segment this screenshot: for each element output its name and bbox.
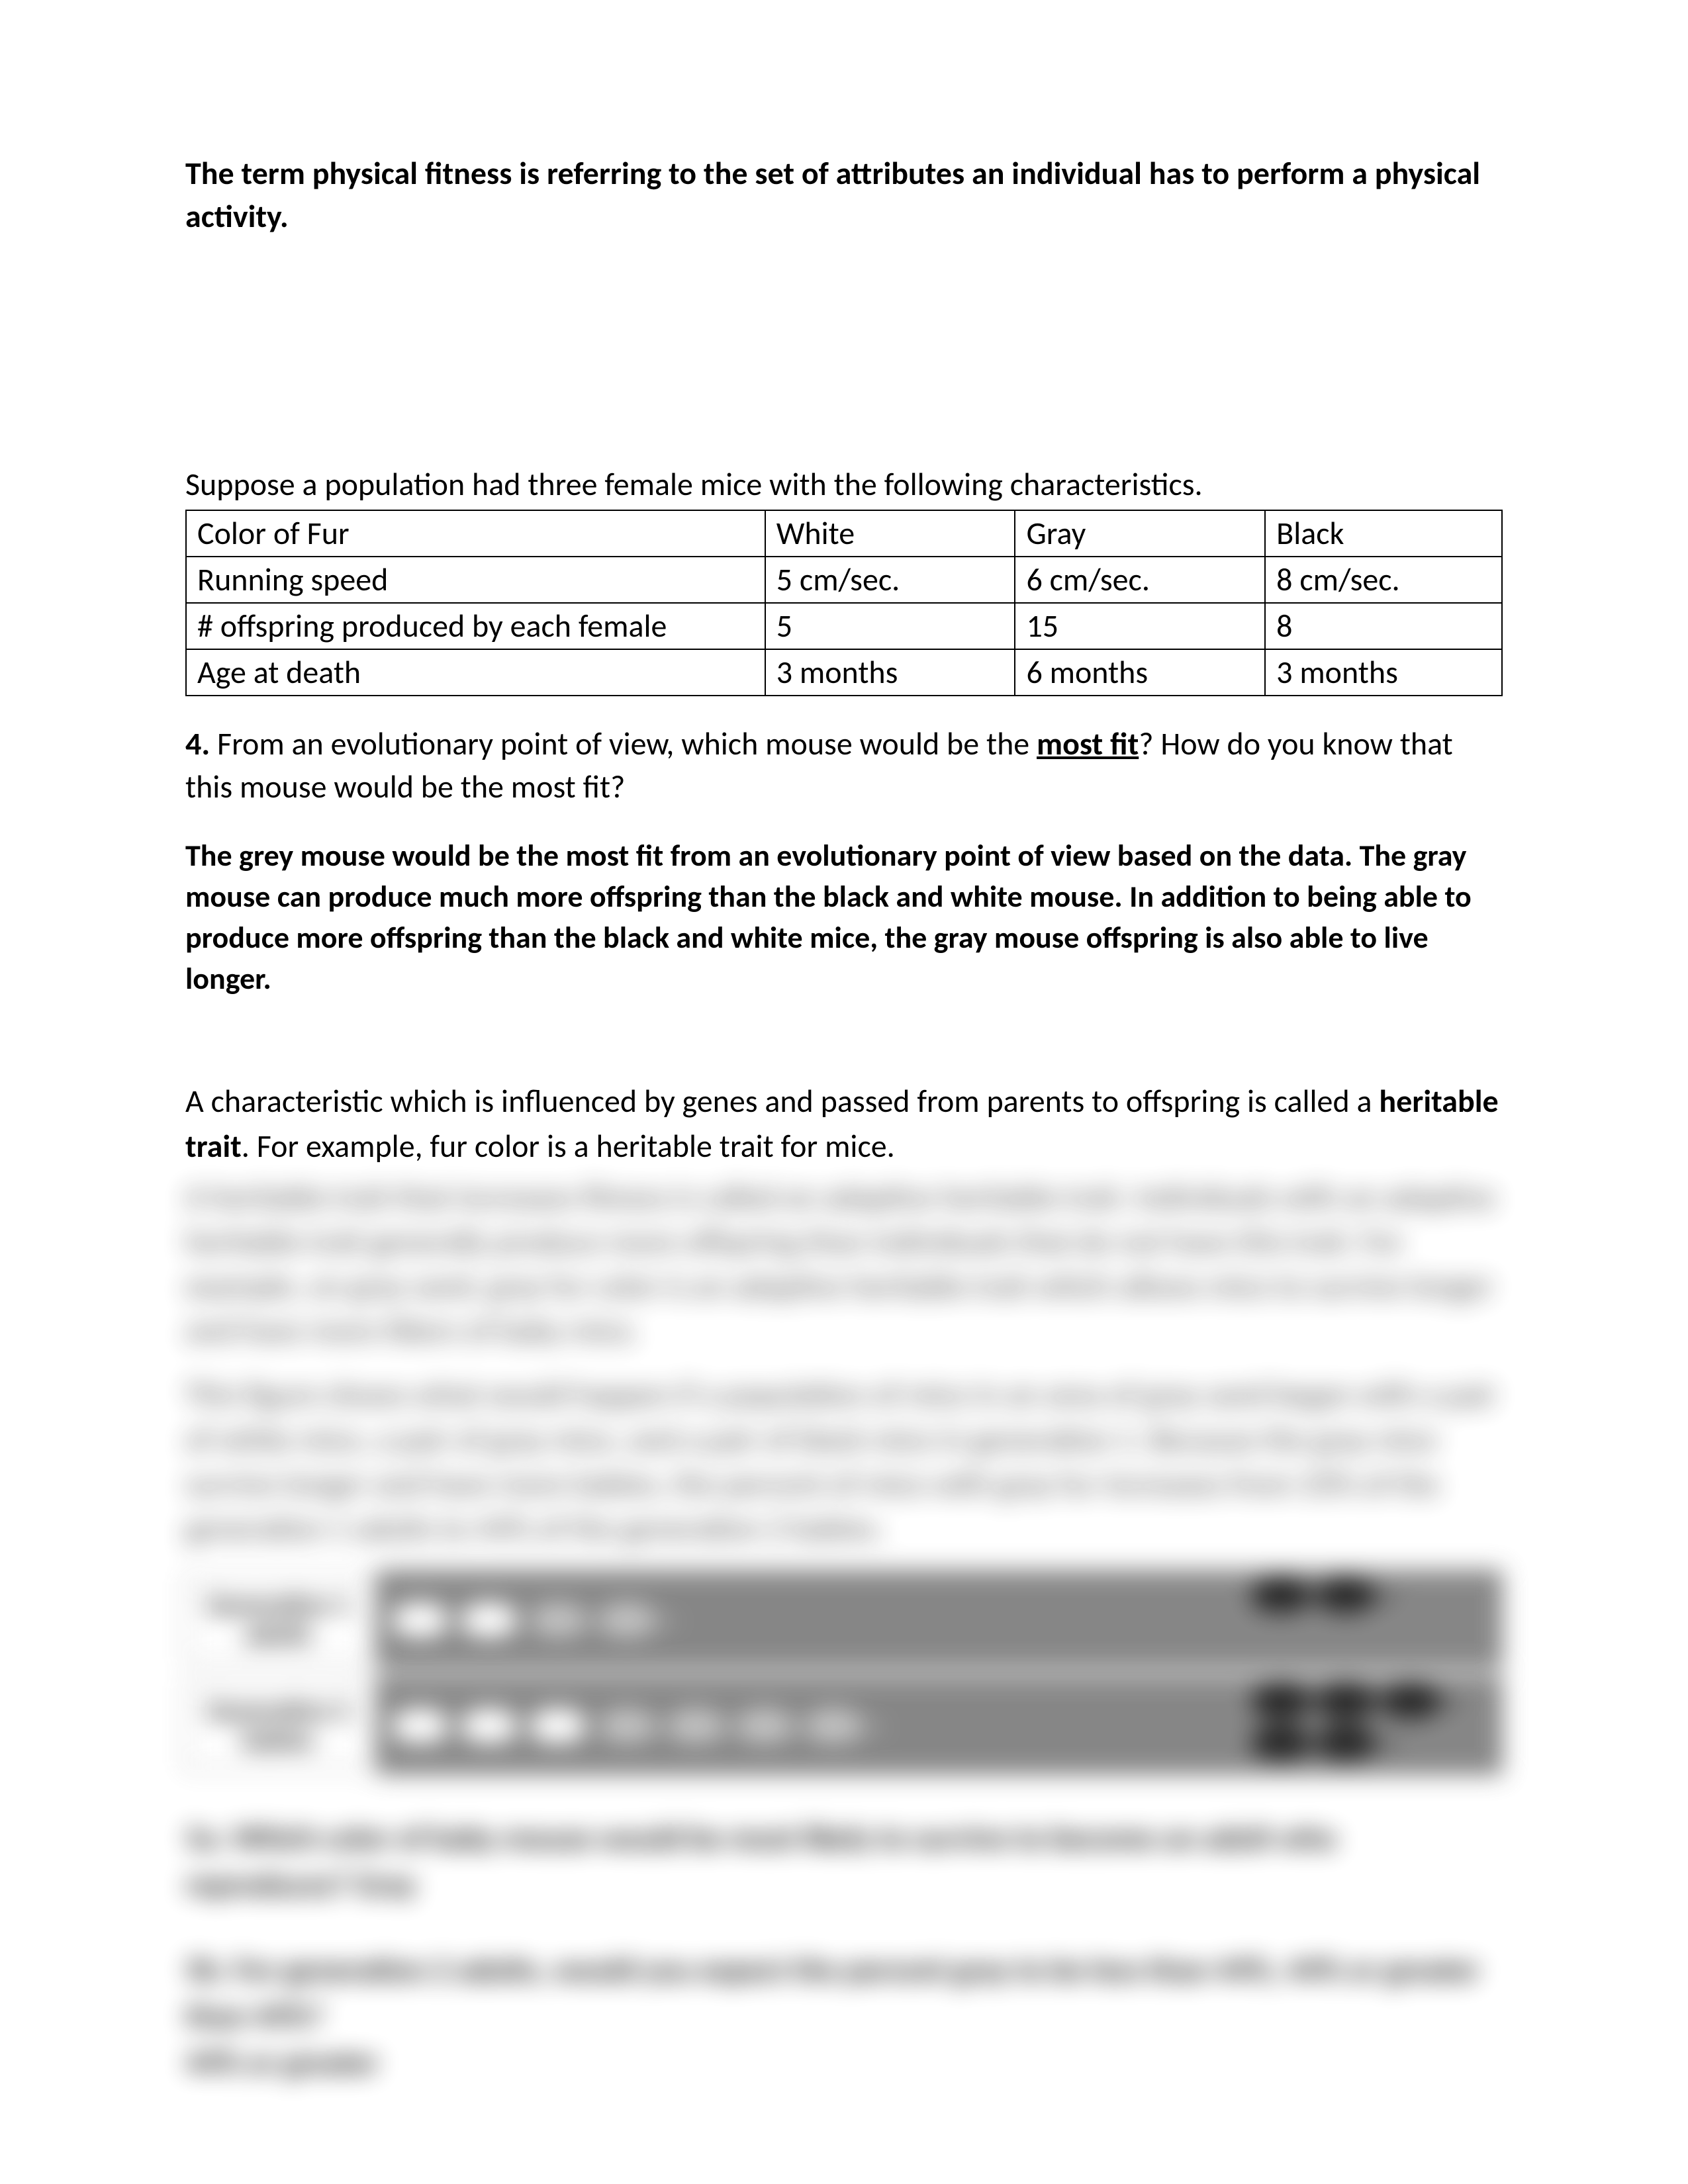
- cell-value: 5 cm/sec.: [765, 557, 1015, 603]
- question-5b: 5b. For generation 2 adults, would you e…: [185, 1946, 1503, 2085]
- mouse-icon: [1316, 1682, 1376, 1719]
- blurred-preview-region: A heritable trait that increases fitness…: [185, 1175, 1503, 2085]
- mouse-icon: [389, 1600, 451, 1639]
- table-row: Color of Fur White Gray Black: [186, 510, 1502, 557]
- q5b-text: 5b. For generation 2 adults, would you e…: [185, 1950, 1480, 2035]
- mouse-icon: [1251, 1576, 1311, 1613]
- generation-row-2: Generation 2 babies: [185, 1676, 1503, 1775]
- generation-2-strip: [376, 1676, 1503, 1775]
- q5b-answer: 44% or greater: [185, 2042, 379, 2081]
- question-5a: 5a. Which color of baby mouse would be m…: [185, 1815, 1503, 1907]
- mouse-icon: [1251, 1724, 1311, 1760]
- mouse-icon: [596, 1600, 658, 1639]
- mouse-icon: [389, 1706, 451, 1745]
- question-number: 4.: [185, 724, 210, 763]
- most-fit-phrase: most fit: [1037, 724, 1139, 763]
- cell-value: 8 cm/sec.: [1265, 557, 1502, 603]
- answer-4: The grey mouse would be the most fit fro…: [185, 835, 1503, 999]
- cell-value: 6 months: [1015, 649, 1265, 696]
- cell-value: White: [765, 510, 1015, 557]
- generation-figure: Generation 1 adults Generation 2 babies: [185, 1570, 1503, 1775]
- question-4: 4. From an evolutionary point of view, w…: [185, 723, 1503, 809]
- cell-label: Age at death: [186, 649, 765, 696]
- cell-label: Running speed: [186, 557, 765, 603]
- blurred-paragraph: This figure shows what would happen if a…: [185, 1372, 1503, 1550]
- mouse-icon: [527, 1706, 589, 1745]
- cell-value: 3 months: [1265, 649, 1502, 696]
- cell-value: Black: [1265, 510, 1502, 557]
- cell-label: # offspring produced by each female: [186, 603, 765, 649]
- mouse-icon: [527, 1600, 589, 1639]
- mouse-icon: [458, 1600, 520, 1639]
- heritable-lead-text: A characteristic which is influenced by …: [185, 1081, 1379, 1120]
- mouse-icon: [596, 1706, 658, 1745]
- mouse-icon: [733, 1706, 796, 1745]
- cell-value: 8: [1265, 603, 1502, 649]
- mouse-icon: [458, 1706, 520, 1745]
- generation-row-1: Generation 1 adults: [185, 1570, 1503, 1669]
- generation-2-label: Generation 2 babies: [185, 1682, 371, 1769]
- heritable-trait-paragraph: A characteristic which is influenced by …: [185, 1079, 1503, 1167]
- mouse-icon: [1251, 1682, 1311, 1719]
- mouse-icon: [1381, 1682, 1440, 1719]
- table-row: Running speed 5 cm/sec. 6 cm/sec. 8 cm/s…: [186, 557, 1502, 603]
- heritable-tail-text: . For example, fur color is a heritable …: [242, 1126, 895, 1165]
- cell-value: Gray: [1015, 510, 1265, 557]
- intro-statement: The term physical fitness is referring t…: [185, 152, 1503, 238]
- document-page: The term physical fitness is referring t…: [0, 0, 1688, 2184]
- suppose-line: Suppose a population had three female mi…: [185, 463, 1503, 506]
- mouse-icon: [1316, 1724, 1376, 1760]
- cell-value: 3 months: [765, 649, 1015, 696]
- mouse-icon: [665, 1706, 727, 1745]
- generation-1-label: Generation 1 adults: [185, 1576, 371, 1663]
- mice-characteristics-table: Color of Fur White Gray Black Running sp…: [185, 510, 1503, 696]
- cell-value: 6 cm/sec.: [1015, 557, 1265, 603]
- question-text-lead: From an evolutionary point of view, whic…: [210, 724, 1037, 763]
- cell-value: 5: [765, 603, 1015, 649]
- mouse-icon: [802, 1706, 865, 1745]
- q5a-text: 5a. Which color of baby mouse would be m…: [185, 1818, 1336, 1903]
- spacer: [185, 999, 1503, 1079]
- blurred-paragraph: A heritable trait that increases fitness…: [185, 1175, 1503, 1353]
- spacer: [185, 238, 1503, 463]
- generation-1-strip: [376, 1570, 1503, 1669]
- table-row: # offspring produced by each female 5 15…: [186, 603, 1502, 649]
- cell-value: 15: [1015, 603, 1265, 649]
- table-row: Age at death 3 months 6 months 3 months: [186, 649, 1502, 696]
- cell-label: Color of Fur: [186, 510, 765, 557]
- mouse-icon: [1316, 1576, 1376, 1613]
